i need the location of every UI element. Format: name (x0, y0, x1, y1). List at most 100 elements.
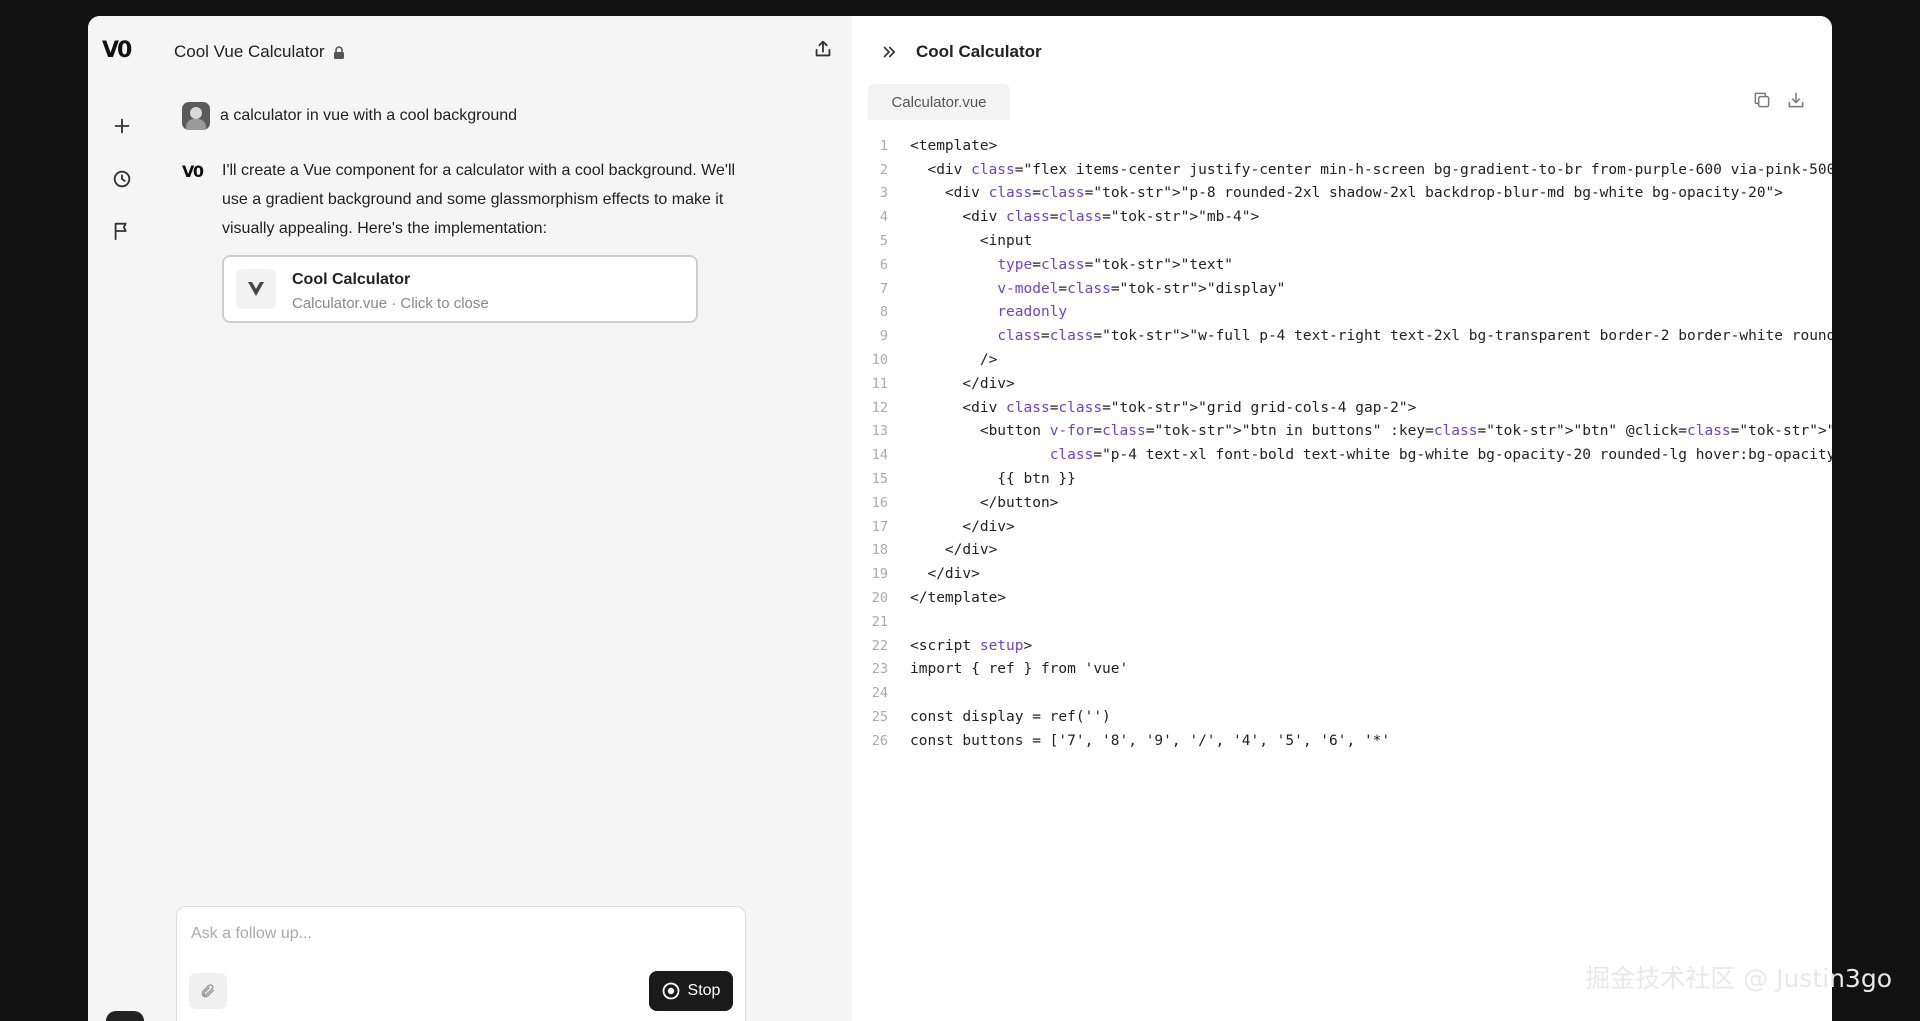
artifact-subtitle: Calculator.vue · Click to close (292, 295, 489, 312)
code-line: 12 <div class=class="tok-str">"grid grid… (852, 396, 1832, 420)
code-text: </button> (910, 494, 1059, 511)
code-line: 16 </button> (852, 491, 1832, 515)
line-number: 7 (879, 280, 888, 297)
line-number: 5 (879, 233, 888, 250)
line-number: 8 (879, 304, 888, 321)
code-line: 25 const display = ref('') (852, 705, 1832, 729)
history-button[interactable] (102, 159, 142, 199)
line-number: 25 (871, 709, 888, 726)
line-number: 22 (871, 637, 888, 654)
assistant-message-text: I'll create a Vue component for a calcul… (222, 162, 736, 237)
code-text: class=class="tok-str">"w-full p-4 text-r… (997, 328, 1832, 345)
code-text: </template> (910, 590, 1007, 607)
code-text: <template> (910, 137, 998, 154)
copy-icon (1754, 92, 1770, 108)
code-line: 2 <div class="flex items-center justify-… (852, 158, 1832, 182)
code-line: 18 </div> (852, 539, 1832, 563)
code-line: 17 </div> (852, 515, 1832, 539)
artifact-card[interactable]: Cool Calculator Calculator.vue · Click t… (222, 255, 698, 323)
code-line: 10 /> (852, 348, 1832, 372)
code-line: 9 class=class="tok-str">"w-full p-4 text… (852, 324, 1832, 348)
code-line: 26 const buttons = ['7', '8', '9', '/', '… (852, 729, 1832, 753)
chevrons-right-icon (883, 46, 896, 58)
line-number: 12 (871, 399, 888, 416)
line-number: 18 (871, 542, 888, 559)
chat-title[interactable]: Cool Vue Calculator (174, 42, 325, 62)
tab-actions (1752, 90, 1806, 110)
line-number: 14 (871, 447, 888, 464)
assistant-logo: V0 (182, 162, 204, 181)
user-message-text: a calculator in vue with a cool backgrou… (220, 107, 518, 124)
code-text: class="p-4 text-xl font-bold text-white … (1049, 447, 1832, 464)
line-number: 2 (879, 161, 888, 178)
code-text: <input (910, 233, 1033, 250)
line-number: 6 (879, 256, 888, 273)
chat-panel: Cool Vue Calculator a calculator in vue … (156, 16, 852, 1021)
code-editor[interactable]: 1 <template> 2 <div class="flex items-cent… (852, 134, 1832, 753)
code-text: <script setup> (910, 637, 1033, 654)
stop-button[interactable]: Stop (649, 971, 733, 1011)
code-line: 6 type=class="tok-str">"text" (852, 253, 1832, 277)
avatar[interactable] (106, 1011, 144, 1021)
code-line: 21 (852, 610, 1832, 634)
code-line: 22 <script setup> (852, 634, 1832, 658)
code-line: 15 {{ btn }} (852, 467, 1832, 491)
line-number: 15 (871, 471, 888, 488)
artifact-title: Cool Calculator (292, 271, 411, 288)
collapse-button[interactable] (880, 43, 898, 61)
code-line: 13 <button v-for=class="tok-str">"btn in… (852, 420, 1832, 444)
line-number: 20 (871, 590, 888, 607)
flag-icon (114, 222, 127, 241)
composer: Stop (176, 906, 746, 1021)
code-line: 14 class="p-4 text-xl font-bold text-whi… (852, 443, 1832, 467)
stop-circle-icon (662, 982, 680, 1000)
code-text: <div class=class="tok-str">"grid grid-co… (910, 399, 1417, 416)
logo[interactable]: V0 (102, 38, 132, 63)
code-text: type=class="tok-str">"text" (997, 256, 1234, 273)
copy-button[interactable] (1752, 90, 1772, 110)
lock-icon (333, 45, 345, 59)
feedback-button[interactable] (102, 211, 142, 251)
download-button[interactable] (1786, 90, 1806, 110)
code-header: Cool Calculator (880, 38, 1042, 66)
vue-icon (236, 269, 276, 309)
code-line: 23 import { ref } from 'vue' (852, 658, 1832, 682)
code-text: </div> (910, 375, 1015, 392)
code-text: <div class="flex items-center justify-ce… (910, 161, 1832, 178)
code-text: </div> (910, 566, 980, 583)
icon-rail: V0 (88, 16, 156, 1021)
code-line: 11 </div> (852, 372, 1832, 396)
assistant-message: V0 I'll create a Vue component for a cal… (182, 162, 742, 323)
code-text: <div class=class="tok-str">"mb-4"> (910, 209, 1260, 226)
code-line: 24 (852, 681, 1832, 705)
code-text: <div class=class="tok-str">"p-8 rounded-… (910, 185, 1784, 202)
tab-calculator-vue[interactable]: Calculator.vue (868, 84, 1010, 120)
line-number: 10 (871, 352, 888, 369)
download-icon (1788, 92, 1804, 108)
code-text: readonly (997, 304, 1068, 321)
code-text: </div> (910, 518, 1015, 535)
app-window: V0 Cool Vue Calculator a calculator in v… (88, 16, 1832, 1021)
line-number: 16 (871, 494, 888, 511)
line-number: 23 (871, 661, 888, 678)
code-text: /> (910, 352, 998, 369)
watermark: 掘金技术社区 @ Justin3go (1585, 964, 1892, 993)
share-button[interactable] (812, 38, 834, 60)
code-line: 4 <div class=class="tok-str">"mb-4"> (852, 205, 1832, 229)
attach-button[interactable] (189, 973, 227, 1009)
new-chat-button[interactable] (102, 106, 142, 146)
code-text: {{ btn }} (910, 471, 1076, 488)
line-number: 1 (879, 137, 888, 154)
line-number: 4 (879, 209, 888, 226)
line-number: 9 (879, 328, 888, 345)
line-number: 13 (871, 423, 888, 440)
line-number: 11 (871, 375, 888, 392)
code-panel-title: Cool Calculator (916, 42, 1042, 61)
code-line: 8 readonly (852, 301, 1832, 325)
code-text: const display = ref('') (910, 709, 1111, 726)
follow-up-input[interactable] (189, 919, 733, 949)
paperclip-icon (201, 984, 215, 998)
code-line: 3 <div class=class="tok-str">"p-8 rounde… (852, 182, 1832, 206)
line-number: 26 (871, 732, 888, 749)
stop-label: Stop (687, 982, 721, 999)
